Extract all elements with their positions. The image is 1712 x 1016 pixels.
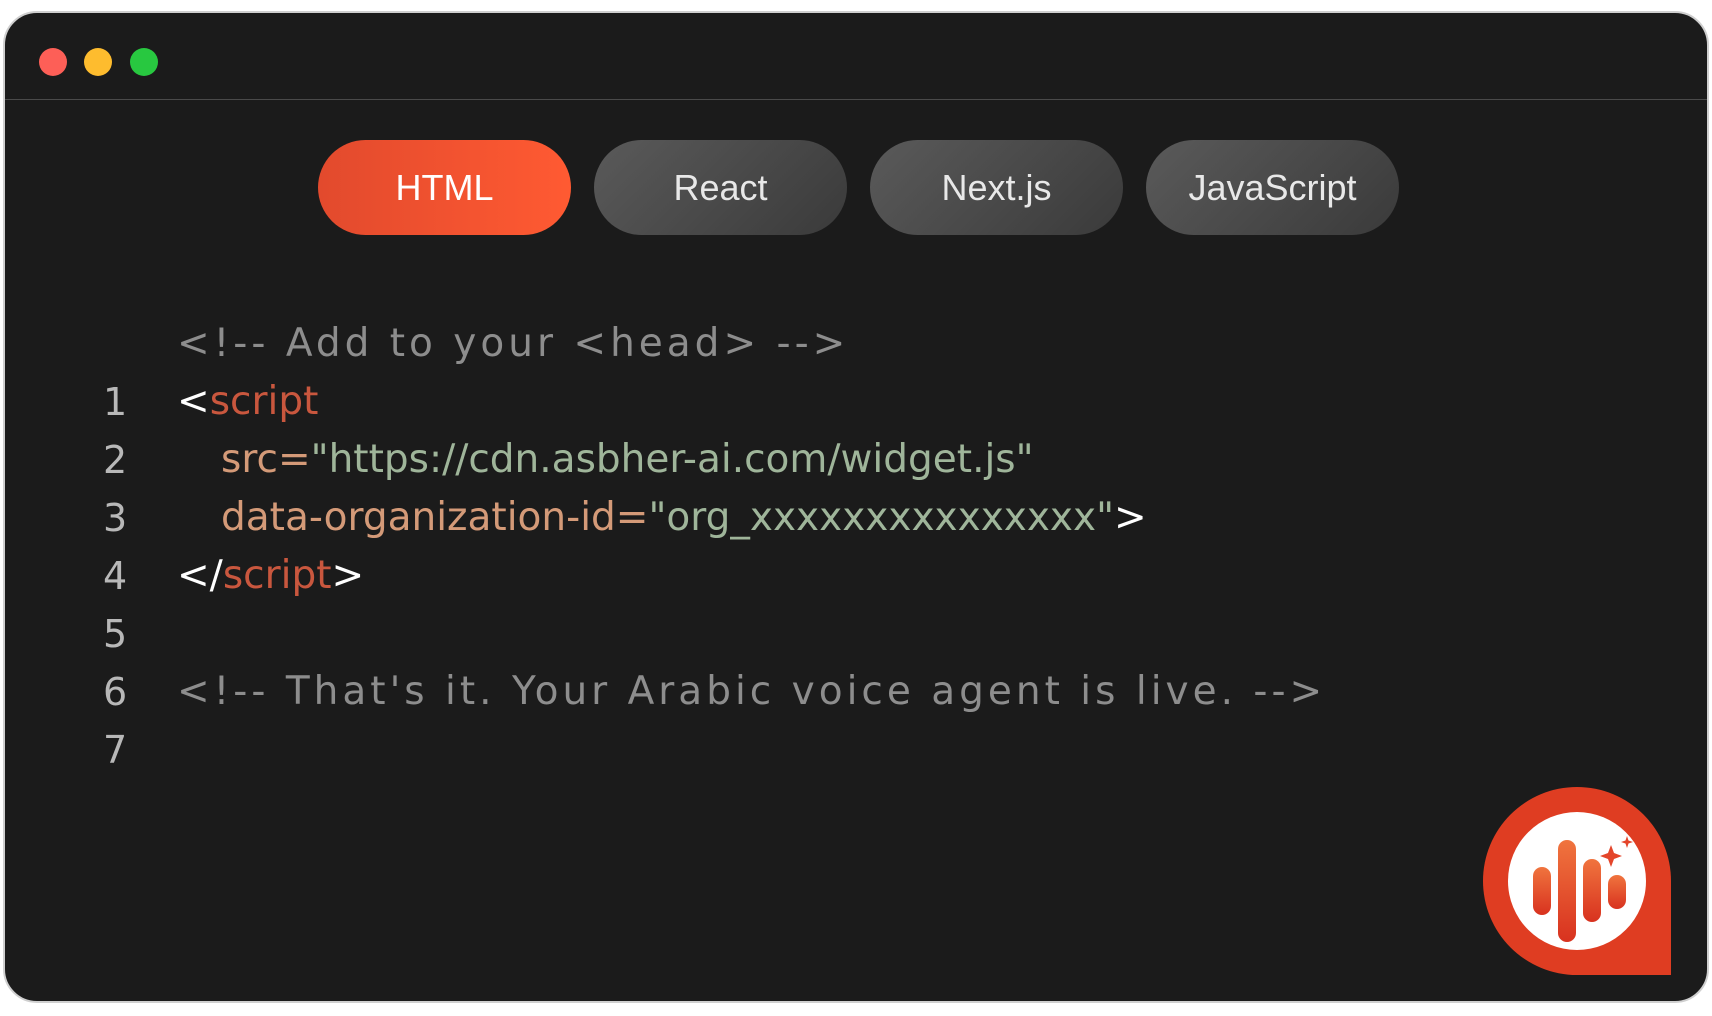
code-line-2: 2 <script [5,373,1707,482]
window-titlebar [5,13,1707,100]
minimize-window-button[interactable] [84,48,112,76]
line-number: 7 [103,728,128,772]
code-line-1: 1 <!-- Add to your <head> --> [5,315,1707,424]
voice-widget-inner [1508,812,1646,950]
code-content: data-organization-id="org_xxxxxxxxxxxxxx… [221,489,1147,547]
code-content: </script> [177,547,364,605]
tab-html[interactable]: HTML [318,140,571,235]
tab-react[interactable]: React [594,140,847,235]
code-string: "https://cdn.asbher-ai.com/widget.js" [310,437,1034,482]
framework-tabs: HTML React Next.js JavaScript [318,140,1399,235]
code-attribute: data-organization-id= [221,495,649,540]
maximize-window-button[interactable] [130,48,158,76]
code-line-7: 7 <!-- That's it. Your Arabic voice agen… [5,663,1707,772]
code-comment: <!-- Add to your <head> --> [177,321,850,366]
code-window: HTML React Next.js JavaScript 1 <!-- Add… [3,11,1709,1003]
code-block: 1 <!-- Add to your <head> --> 2 <script … [5,315,1707,772]
tab-javascript[interactable]: JavaScript [1146,140,1399,235]
code-punctuation: > [331,553,365,598]
code-attribute: src= [221,437,311,482]
code-comment: <!-- That's it. Your Arabic voice agent … [177,669,1327,714]
code-content: src="https://cdn.asbher-ai.com/widget.js… [221,431,1034,489]
code-content: <script [177,373,318,431]
code-line-6: 6 [5,605,1707,714]
code-punctuation: > [1114,495,1147,540]
voice-wave-sparkle-icon [1533,836,1633,942]
code-string: "org_xxxxxxxxxxxxxxx" [648,495,1115,540]
code-line-3: 3 src="https://cdn.asbher-ai.com/widget.… [5,431,1707,540]
tab-nextjs[interactable]: Next.js [870,140,1123,235]
code-line-5: 5 </script> [5,547,1707,656]
code-tag: script [222,553,332,598]
code-punctuation: </ [177,553,223,598]
code-tag: script [209,379,319,424]
voice-agent-widget-button[interactable] [1483,787,1671,975]
close-window-button[interactable] [39,48,67,76]
code-punctuation: < [177,379,210,424]
code-line-4: 4 data-organization-id="org_xxxxxxxxxxxx… [5,489,1707,598]
